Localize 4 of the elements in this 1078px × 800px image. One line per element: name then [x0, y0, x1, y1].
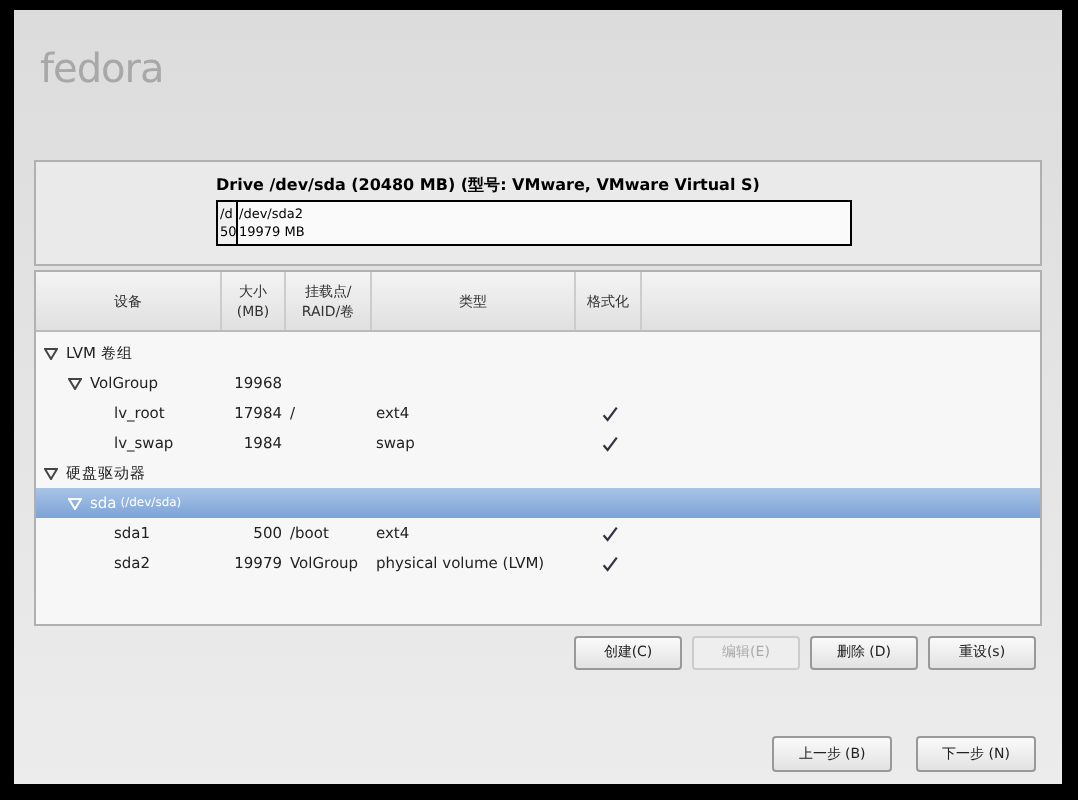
expanded-triangle-icon[interactable] — [44, 467, 58, 479]
expanded-triangle-icon[interactable] — [44, 347, 58, 359]
expanded-triangle-icon[interactable] — [68, 377, 82, 389]
drive-title: Drive /dev/sda (20480 MB) (型号: VMware, VMware Virtual S) — [216, 174, 762, 196]
